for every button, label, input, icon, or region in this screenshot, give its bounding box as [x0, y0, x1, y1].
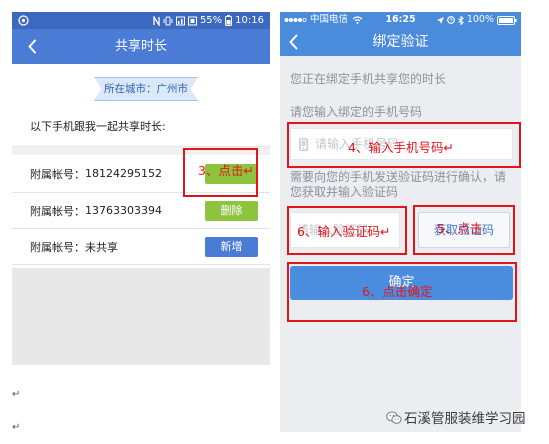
account-number: 13763303394: [85, 204, 162, 217]
status-right-group: 55% 10:16: [153, 12, 264, 29]
bind-notice: 您正在绑定手机共享您的时长: [290, 72, 447, 86]
page-title: 绑定验证: [372, 34, 429, 50]
account-label: 附属帐号：: [30, 204, 85, 218]
signal-icon: [175, 16, 185, 25]
account-text: 附属帐号： 未共享: [30, 229, 118, 264]
account-number: 18124295152: [85, 167, 162, 180]
phone-prompt: 请您输入绑定的手机号码: [290, 105, 423, 119]
intro-text: 以下手机跟我一起共享时长:: [30, 120, 166, 133]
account-label: 附属帐号：: [30, 167, 85, 181]
status-right-group: 100%: [436, 12, 517, 28]
account-label: 附属帐号：: [30, 240, 85, 254]
account-number: 未共享: [85, 240, 118, 254]
paragraph-mark: ↵: [12, 389, 21, 400]
battery-percent: 55%: [199, 15, 223, 26]
account-row: 附属帐号： 13763303394 删除: [12, 193, 270, 229]
city-badge: 所在城市：广州市: [94, 77, 198, 101]
nav-header: 绑定验证: [280, 28, 521, 56]
alarm-icon: [446, 16, 455, 24]
status-bar: 中国电信 16:25 100%: [280, 12, 521, 28]
account-row: 附属帐号： 未共享 新增: [12, 229, 270, 265]
page-title: 共享时长: [114, 39, 167, 54]
annotation-step6-confirm: 6、点击确定: [362, 284, 433, 299]
status-bar: 55% 10:16: [12, 12, 270, 29]
paragraph-mark: ↵: [12, 422, 21, 433]
watermark: 石溪管服装维学习园: [404, 411, 526, 427]
battery-icon: [497, 15, 517, 25]
app-notification-icon: [18, 15, 29, 26]
verification-hint: 需要向您的手机发送验证码进行确认，请您获取并输入验证码: [290, 170, 507, 199]
vibrate-icon: [163, 16, 173, 25]
nav-header: 共享时长: [12, 29, 270, 64]
back-arrow-icon[interactable]: [288, 34, 298, 50]
annotation-step5: 5、点击: [437, 221, 483, 236]
annotation-step6-code: 6、输入验证码↵: [297, 224, 391, 239]
battery-icon: [225, 15, 233, 26]
bluetooth-icon: [457, 15, 464, 25]
sim-card-icon: [187, 16, 197, 25]
nfc-icon: [153, 15, 160, 26]
back-arrow-icon[interactable]: [27, 39, 37, 54]
delete-button[interactable]: 删除: [205, 201, 258, 221]
annotation-step3: 3、点击↵: [198, 163, 254, 178]
location-arrow-icon: [436, 16, 444, 24]
account-text: 附属帐号： 18124295152: [30, 155, 162, 192]
annotation-step4: 4、输入手机号码↵: [348, 140, 454, 155]
battery-percent: 100%: [466, 14, 494, 25]
account-text: 附属帐号： 13763303394: [30, 193, 162, 228]
wechat-icon: [386, 411, 402, 424]
status-time: 10:16: [235, 15, 264, 26]
add-account-button[interactable]: 新增: [205, 237, 258, 257]
